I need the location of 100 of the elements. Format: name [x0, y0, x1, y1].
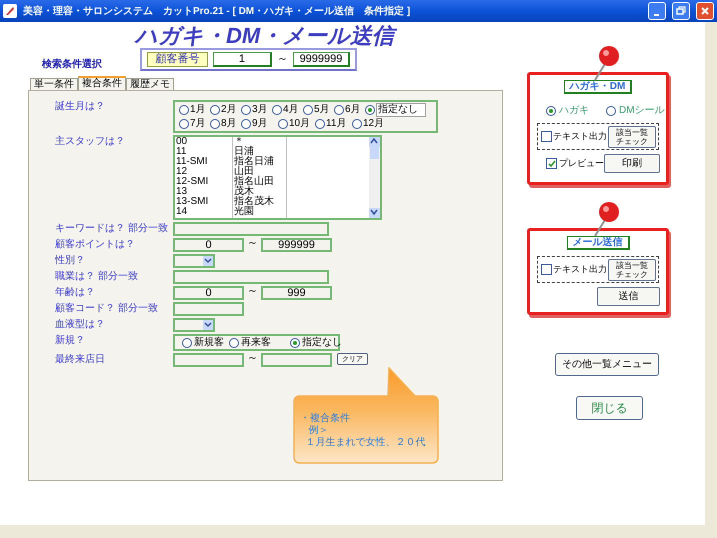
close-icon[interactable]	[696, 2, 714, 20]
window-title: 美容・理容・サロンシステム カットPro.21 - [ DM・ハガキ・メール送信 条件指定 ]	[23, 4, 412, 18]
list-cell-text: 指名日浦	[233, 157, 275, 167]
minimize-icon[interactable]	[648, 2, 666, 20]
checkbox[interactable]	[541, 264, 552, 275]
section-label: 検索条件選択	[42, 58, 103, 72]
radio-button[interactable]	[606, 106, 616, 116]
radio-button[interactable]	[290, 338, 300, 348]
radio-button[interactable]	[182, 338, 192, 348]
app-icon	[3, 4, 17, 18]
list-cell-text: 00	[175, 137, 188, 147]
action-button[interactable]: 送信	[597, 287, 660, 306]
field-label: 顧客ポイントは？	[55, 238, 136, 252]
dropdown-arrow-icon	[203, 256, 213, 266]
checkbox[interactable]	[541, 131, 552, 142]
list-cell-text: 茂木	[233, 187, 254, 197]
option-label: 新規客	[194, 336, 224, 350]
list-cell-text: 11-SMI	[175, 157, 208, 167]
input-field[interactable]	[173, 353, 244, 367]
radio-button[interactable]	[278, 119, 288, 129]
radio-button[interactable]	[229, 338, 240, 348]
tab[interactable]: 複合条件	[78, 76, 126, 90]
input-field[interactable]: 1	[212, 52, 272, 67]
radio-button[interactable]	[303, 105, 313, 115]
list-cell-text: 12	[175, 167, 188, 177]
field-label: 職業は？ 部分一致	[55, 270, 139, 284]
list-cell-text: 日浦	[233, 147, 255, 157]
list-cell-text: 12-SMI	[175, 177, 210, 187]
dropdown[interactable]	[173, 254, 215, 268]
input-field[interactable]: 9999999	[292, 52, 350, 67]
list-cell-text: 山田	[233, 167, 254, 177]
scroll-down-icon[interactable]	[369, 208, 379, 216]
option-label: 10月	[289, 118, 310, 130]
option-label: 5月	[314, 104, 330, 116]
list-cell-text: 13	[175, 187, 188, 197]
card-title: メール送信	[566, 236, 630, 250]
option-label: 6月	[345, 104, 361, 116]
field-label: 新規？	[55, 334, 86, 348]
check-list-button[interactable]: 該当一覧 チェック	[608, 258, 656, 280]
radio-button[interactable]	[179, 105, 189, 115]
radio-button[interactable]	[315, 119, 325, 129]
field-label: 主スタッフは？	[55, 135, 126, 149]
field-label: 性別？	[55, 254, 86, 268]
list-cell-text: ＊	[233, 137, 244, 147]
tab[interactable]: 履歴メモ	[126, 78, 174, 90]
scrollbar-thumb[interactable]	[370, 147, 379, 159]
dropdown-arrow-icon	[203, 320, 213, 330]
radio-button[interactable]	[334, 105, 344, 115]
option-label: 8月	[221, 118, 237, 130]
list-cell-text: 光園	[233, 207, 255, 217]
field-label: 顧客コード？ 部分一致	[55, 302, 159, 316]
close-button[interactable]: 閉じる	[576, 396, 643, 420]
action-button[interactable]: 印刷	[604, 154, 660, 173]
input-field[interactable]	[173, 222, 329, 236]
callout-text: ・複合条件 例＞ １月生まれで女性、２０代	[300, 413, 426, 449]
input-field[interactable]	[173, 302, 244, 316]
card-title: ハガキ・DM	[564, 80, 632, 94]
radio-button[interactable]	[210, 119, 220, 129]
radio-button[interactable]	[546, 106, 556, 116]
checkbox-label: テキスト出力	[553, 130, 607, 143]
check-list-button[interactable]: 該当一覧 チェック	[608, 126, 656, 148]
range-separator: ～	[276, 52, 288, 68]
field-label: 最終来店日	[55, 353, 106, 367]
menu-button[interactable]: その他一覧メニュー	[555, 353, 659, 376]
checkbox[interactable]	[546, 158, 557, 169]
radio-button[interactable]	[179, 119, 189, 129]
scrollbar[interactable]	[369, 137, 380, 218]
restore-icon[interactable]	[672, 2, 690, 20]
radio-button[interactable]	[352, 119, 362, 129]
field-label: 血液型は？	[55, 318, 106, 332]
radio-button[interactable]	[365, 105, 375, 115]
option-label: 7月	[190, 118, 206, 130]
option-label: 2月	[221, 104, 237, 116]
scroll-up-icon[interactable]	[369, 137, 379, 145]
input-field[interactable]	[173, 270, 329, 284]
option-label: 9月	[252, 118, 268, 130]
checkbox-label: プレビュー	[559, 156, 604, 170]
list-cell-text: 指名山田	[233, 177, 275, 187]
radio-button[interactable]	[272, 105, 282, 115]
radio-button[interactable]	[241, 105, 251, 115]
field-label: 年齢は？	[55, 286, 96, 300]
option-label: 12月	[363, 118, 384, 130]
option-label: 指定なし	[376, 103, 426, 117]
radio-button[interactable]	[210, 105, 220, 115]
checkbox-label: テキスト出力	[553, 262, 607, 276]
dropdown[interactable]	[173, 318, 215, 332]
staff-list[interactable]: 00 11 11-SMI 12 12-SMI 13 13-SMI 14 ＊ 日浦 指名日浦 山田 指名山田 茂木 指名茂木 光園	[173, 135, 382, 220]
tab[interactable]: 単一条件	[30, 78, 78, 90]
option-label: DMシール	[619, 104, 665, 118]
radio-button[interactable]	[241, 119, 251, 129]
input-field[interactable]: 999999	[261, 238, 332, 252]
input-field[interactable]: 0	[173, 238, 244, 252]
input-field[interactable]	[261, 353, 332, 367]
input-field[interactable]: 999	[261, 286, 332, 300]
option-label: 再来客	[241, 336, 272, 350]
input-field[interactable]: 0	[173, 286, 244, 300]
option-label: 11月	[326, 118, 346, 130]
option-label: 1月	[190, 104, 206, 116]
field-label: キーワードは？ 部分一致	[55, 222, 169, 236]
option-label: 3月	[252, 104, 268, 116]
